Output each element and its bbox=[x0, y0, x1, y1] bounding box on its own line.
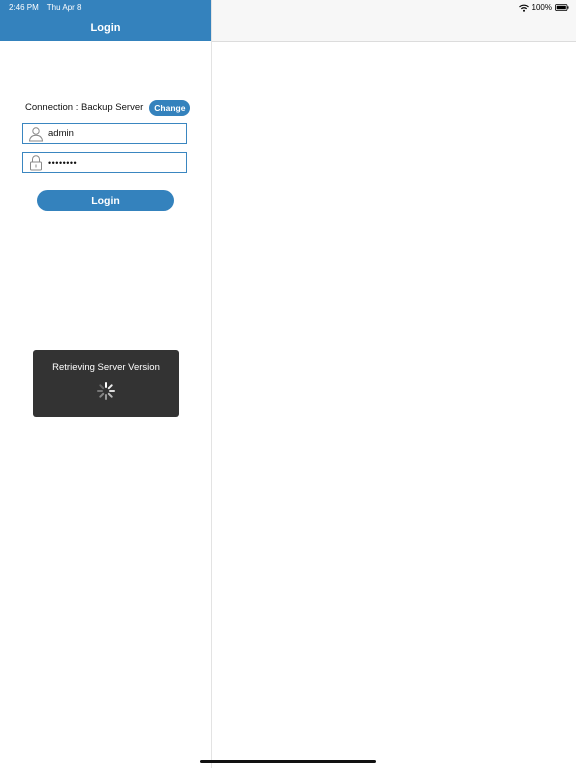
spinner-icon bbox=[97, 382, 115, 400]
status-time: 2:46 PM Thu Apr 8 bbox=[9, 3, 81, 12]
user-icon bbox=[26, 124, 46, 143]
status-date: Thu Apr 8 bbox=[46, 3, 82, 12]
master-pane: 2:46 PM Thu Apr 8 Login Connection : Back… bbox=[0, 0, 212, 768]
battery-percent: 100% bbox=[531, 3, 552, 12]
status-time-text: 2:46 PM bbox=[9, 3, 39, 12]
connection-row: Connection : Backup Server Change bbox=[25, 99, 195, 116]
loading-toast: Retrieving Server Version bbox=[33, 350, 179, 417]
username-value[interactable]: admin bbox=[48, 128, 74, 139]
battery-icon bbox=[555, 4, 569, 11]
toast-message: Retrieving Server Version bbox=[52, 362, 160, 373]
password-field[interactable]: •••••••• bbox=[22, 152, 187, 173]
nav-bar: 2:46 PM Thu Apr 8 Login bbox=[0, 0, 211, 41]
detail-nav-bar: 100% bbox=[212, 0, 576, 42]
page-title: Login bbox=[90, 22, 121, 34]
login-button[interactable]: Login bbox=[37, 190, 174, 211]
wifi-icon bbox=[518, 4, 529, 12]
username-field[interactable]: admin bbox=[22, 123, 187, 144]
change-server-button[interactable]: Change bbox=[149, 99, 191, 116]
connection-label: Connection : Backup Server bbox=[25, 102, 144, 113]
detail-pane: 100% bbox=[212, 0, 576, 768]
home-indicator[interactable] bbox=[200, 760, 376, 763]
status-right: 100% bbox=[518, 3, 569, 12]
password-value[interactable]: •••••••• bbox=[48, 158, 77, 168]
lock-icon bbox=[26, 153, 46, 172]
